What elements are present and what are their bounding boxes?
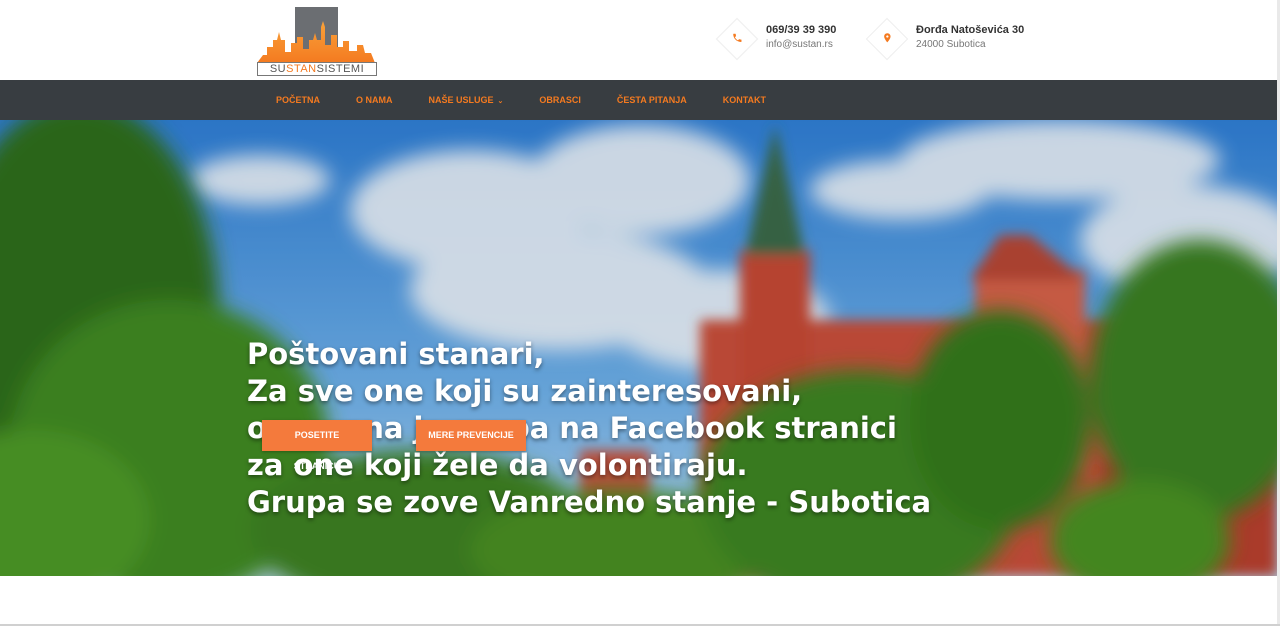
phone-icon	[732, 30, 743, 48]
hero-line-2: Za sve one koji su zainteresovani,	[247, 374, 803, 408]
site-header: SUSTANSISTEMI 069/39 39 390 info@sustan.…	[0, 0, 1280, 80]
hero-line-5: Grupa se zove Vanredno stanje - Subotica	[247, 485, 932, 519]
email-address[interactable]: info@sustan.rs	[766, 38, 836, 52]
logo-wordmark: SUSTANSISTEMI	[257, 62, 377, 76]
map-pin-icon	[882, 30, 893, 48]
nav-item-nase-usluge[interactable]: NAŠE USLUGE ⌄	[411, 80, 522, 120]
nav-item-obrasci[interactable]: OBRASCI	[521, 80, 599, 120]
hero-line-1: Poštovani stanari,	[247, 337, 545, 371]
map-pin-icon-box	[865, 17, 909, 61]
address-street: Đorđa Natoševića 30	[916, 24, 1025, 36]
nav-item-cesta-pitanja[interactable]: ČESTA PITANJA	[599, 80, 705, 120]
phone-icon-box	[715, 17, 759, 61]
hero-banner: Poštovani stanari, Za sve one koji su za…	[0, 120, 1277, 576]
phone-number[interactable]: 069/39 39 390	[766, 22, 836, 38]
chevron-down-icon: ⌄	[495, 98, 504, 105]
hero-line-4: za one koji žele da volontiraju.	[247, 448, 748, 482]
nav-item-kontakt[interactable]: KONTAKT	[705, 80, 784, 120]
visit-page-button[interactable]: POSETITE STRANICU	[262, 420, 372, 471]
nav-item-o-nama[interactable]: O NAMA	[338, 80, 411, 120]
main-navigation: POČETNA O NAMA NAŠE USLUGE ⌄ OBRASCI ČES…	[0, 80, 1277, 120]
contact-address: Đorđa Natoševića 30 24000 Subotica	[865, 17, 1025, 61]
nav-item-pocetna[interactable]: POČETNA	[258, 80, 338, 120]
contact-phone: 069/39 39 390 info@sustan.rs	[715, 17, 836, 61]
prevention-measures-button[interactable]: MERE PREVENCIJE	[416, 420, 526, 451]
address-city: 24000 Subotica	[916, 39, 986, 50]
nav-item-label: NAŠE USLUGE	[428, 95, 494, 105]
site-logo[interactable]: SUSTANSISTEMI	[257, 7, 377, 76]
